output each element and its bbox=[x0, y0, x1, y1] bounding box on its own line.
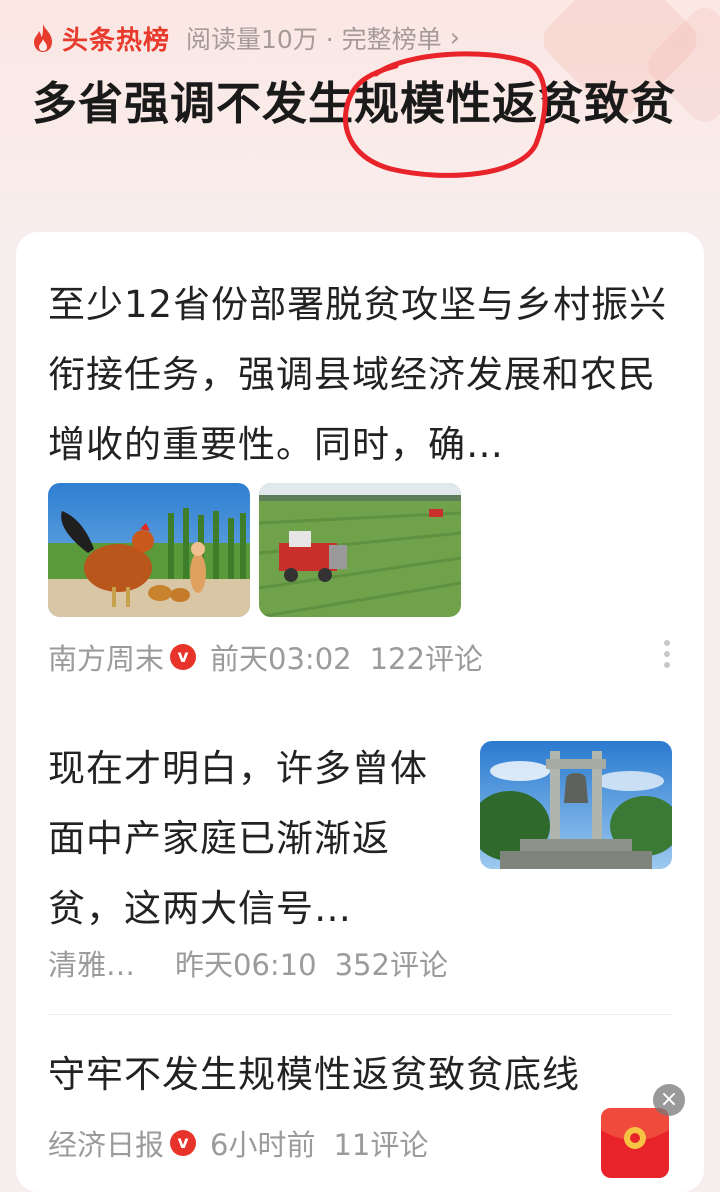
comment-count[interactable]: 11评论 bbox=[333, 1122, 428, 1164]
news-card: 至少12省份部署脱贫攻坚与乡村振兴衔接任务，强调县域经济发展和农民增收的重要性。… bbox=[16, 232, 704, 1192]
source-name[interactable]: 南方周末 bbox=[48, 636, 164, 678]
article-title[interactable]: 至少12省份部署脱贫攻坚与乡村振兴衔接任务，强调县域经济发展和农民增收的重要性。… bbox=[48, 270, 678, 480]
publish-time: 昨天06:10 bbox=[175, 948, 317, 982]
publish-time: 6小时前 bbox=[210, 1128, 316, 1162]
article-image-rooster[interactable] bbox=[48, 483, 250, 617]
divider bbox=[48, 1014, 672, 1015]
article-meta: 经济日报 v 6小时前 11评论 bbox=[48, 1122, 428, 1164]
more-options-icon[interactable] bbox=[664, 640, 672, 668]
article-meta: 清雅… 昨天06:10 352评论 bbox=[48, 942, 448, 984]
article-meta: 南方周末 v 前天03:02 122评论 bbox=[48, 636, 483, 678]
article-image-monument[interactable] bbox=[480, 741, 672, 869]
flame-icon bbox=[34, 24, 52, 52]
hot-list-header[interactable]: 头条热榜 阅读量10万 · 完整榜单 › bbox=[30, 20, 460, 56]
publish-time: 前天03:02 bbox=[210, 642, 352, 676]
chevron-right-icon: › bbox=[449, 23, 461, 53]
close-icon[interactable]: × bbox=[653, 1084, 685, 1116]
page-title: 多省强调不发生规模性返贫致贫 bbox=[32, 77, 677, 130]
source-name[interactable]: 清雅… bbox=[48, 942, 135, 984]
article-image-harvester[interactable] bbox=[259, 483, 461, 617]
read-count-and-full-list-link[interactable]: 阅读量10万 · 完整榜单 bbox=[186, 20, 442, 56]
verified-badge-icon: v bbox=[170, 644, 197, 670]
comment-count[interactable]: 352评论 bbox=[335, 942, 448, 984]
comment-count[interactable]: 122评论 bbox=[370, 636, 483, 678]
source-name[interactable]: 经济日报 bbox=[48, 1122, 164, 1164]
article-title[interactable]: 守牢不发生规模性返贫致贫底线 bbox=[48, 1040, 688, 1110]
hot-list-brand: 头条热榜 bbox=[62, 25, 171, 56]
verified-badge-icon: v bbox=[170, 1130, 197, 1156]
article-title[interactable]: 现在才明白，许多曾体面中产家庭已渐渐返贫，这两大信号… bbox=[48, 734, 438, 944]
